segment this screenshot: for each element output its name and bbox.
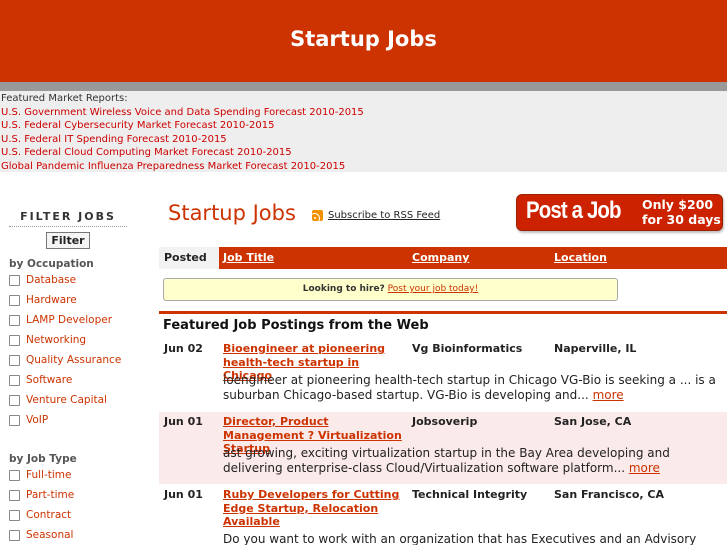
job-location: San Francisco, CA	[554, 488, 665, 501]
option-label: Contract	[26, 509, 72, 521]
filter-option-lamp-developer[interactable]: LAMP Developer	[9, 310, 127, 330]
option-label: Full-time	[26, 469, 72, 481]
checkbox[interactable]	[9, 294, 20, 306]
checkbox[interactable]	[9, 394, 20, 406]
checkbox[interactable]	[9, 414, 20, 426]
filter-option-voip[interactable]: VoIP	[9, 410, 127, 430]
featured-heading: Featured Job Postings from the Web	[163, 318, 429, 333]
header-divider	[0, 82, 727, 91]
occupation-heading: by Occupation	[9, 258, 94, 270]
option-label: Seasonal	[26, 529, 74, 541]
job-location: Naperville, IL	[554, 342, 637, 355]
job-description-text: Do you want to work with an organization…	[223, 532, 697, 545]
option-label: Quality Assurance	[26, 354, 122, 366]
section-divider	[159, 311, 727, 314]
post-job-price-line: Only $200	[642, 197, 714, 212]
job-description: ast growing, exciting virtualization sta…	[223, 446, 723, 475]
filter-option-hardware[interactable]: Hardware	[9, 290, 127, 310]
job-date: Jun 02	[164, 342, 203, 355]
jobs-table-header: Posted Job Title Company Location	[159, 247, 727, 269]
notice-text: Looking to hire?	[302, 284, 385, 294]
checkbox[interactable]	[9, 354, 20, 366]
report-link[interactable]: U.S. Federal Cybersecurity Market Foreca…	[1, 119, 727, 133]
filter-option-software[interactable]: Software	[9, 370, 127, 390]
checkbox[interactable]	[9, 374, 20, 386]
job-row: Jun 01 Ruby Developers for Cutting Edge …	[159, 485, 727, 545]
hiring-notice: Looking to hire? Post your job today!	[163, 278, 618, 301]
report-link[interactable]: Global Pandemic Influenza Preparedness M…	[1, 160, 727, 174]
option-label: Venture Capital	[26, 394, 107, 406]
option-label: VoIP	[26, 414, 49, 426]
checkbox[interactable]	[9, 314, 20, 326]
filter-option-part-time[interactable]: Part-time	[9, 485, 127, 505]
filter-button[interactable]: Filter	[46, 232, 90, 249]
column-location[interactable]: Location	[554, 247, 607, 269]
job-description-text: ast growing, exciting virtualization sta…	[223, 446, 670, 475]
rss-icon[interactable]	[312, 210, 323, 221]
more-link[interactable]: more	[629, 461, 660, 475]
checkbox[interactable]	[9, 469, 20, 481]
job-description: ioengineer at pioneering health-tech sta…	[223, 373, 723, 402]
checkbox[interactable]	[9, 274, 20, 286]
featured-reports: Featured Market Reports: U.S. Government…	[0, 91, 727, 172]
job-description-text: ioengineer at pioneering health-tech sta…	[223, 373, 716, 402]
option-label: LAMP Developer	[26, 314, 113, 326]
page-title: Startup Jobs	[168, 201, 296, 225]
job-company: Technical Integrity	[412, 488, 528, 501]
post-job-price: Only $200 for 30 days	[642, 197, 721, 227]
job-title-link[interactable]: Ruby Developers for Cutting Edge Startup…	[223, 488, 405, 529]
filter-title: FILTER JOBS	[9, 208, 127, 227]
job-company: Vg Bioinformatics	[412, 342, 523, 355]
report-link[interactable]: U.S. Federal Cloud Computing Market Fore…	[1, 146, 727, 160]
job-location: San Jose, CA	[554, 415, 632, 428]
checkbox[interactable]	[9, 509, 20, 521]
filter-option-database[interactable]: Database	[9, 270, 127, 290]
filter-option-venture-capital[interactable]: Venture Capital	[9, 390, 127, 410]
column-company[interactable]: Company	[412, 247, 469, 269]
filter-option-full-time[interactable]: Full-time	[9, 465, 127, 485]
job-description: Do you want to work with an organization…	[223, 532, 723, 545]
post-job-duration-line: for 30 days	[642, 211, 721, 227]
job-date: Jun 01	[164, 488, 203, 501]
more-link[interactable]: more	[593, 388, 624, 402]
filter-option-seasonal[interactable]: Seasonal	[9, 525, 127, 545]
post-job-label: Post a Job	[526, 197, 622, 224]
job-company: Jobsoverip	[412, 415, 478, 428]
option-label: Software	[26, 374, 73, 386]
rss-link[interactable]: Subscribe to RSS Feed	[328, 210, 440, 221]
rss-subscribe[interactable]: Subscribe to RSS Feed	[312, 210, 440, 221]
site-header: Startup Jobs	[0, 0, 727, 82]
reports-heading: Featured Market Reports:	[1, 93, 128, 104]
filter-option-contract[interactable]: Contract	[9, 505, 127, 525]
job-row: Jun 02 Bioengineer at pioneering health-…	[159, 339, 727, 411]
checkbox[interactable]	[9, 529, 20, 541]
job-row: Jun 01 Director, Product Management ? Vi…	[159, 412, 727, 484]
column-job-title[interactable]: Job Title	[223, 247, 274, 269]
job-date: Jun 01	[164, 415, 203, 428]
option-label: Part-time	[26, 489, 75, 501]
column-posted: Posted	[159, 247, 219, 269]
option-label: Networking	[26, 334, 87, 346]
post-job-button[interactable]: Post a Job Only $200 for 30 days	[516, 194, 723, 231]
report-link[interactable]: U.S. Government Wireless Voice and Data …	[1, 106, 727, 120]
option-label: Database	[26, 274, 77, 286]
filter-option-quality-assurance[interactable]: Quality Assurance	[9, 350, 127, 370]
checkbox[interactable]	[9, 334, 20, 346]
filter-sidebar: FILTER JOBS Filter by Occupation Databas…	[9, 208, 127, 545]
post-job-link[interactable]: Post your job today!	[388, 284, 479, 294]
option-label: Hardware	[26, 294, 77, 306]
job-type-heading: by Job Type	[9, 453, 77, 465]
report-link[interactable]: U.S. Federal IT Spending Forecast 2010-2…	[1, 133, 727, 147]
checkbox[interactable]	[9, 489, 20, 501]
site-title[interactable]: Startup Jobs	[0, 27, 727, 51]
filter-option-networking[interactable]: Networking	[9, 330, 127, 350]
